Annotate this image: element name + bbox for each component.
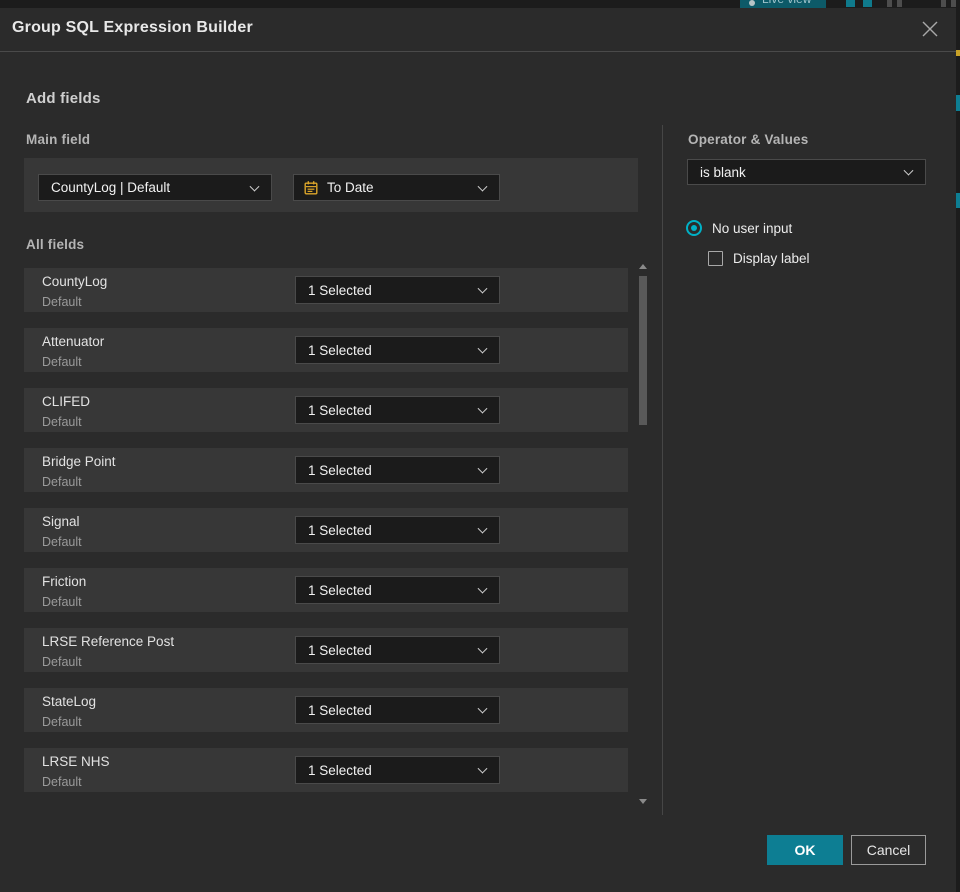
field-selected-dropdown[interactable]: 1 Selected bbox=[295, 576, 500, 604]
field-name: CountyLog bbox=[42, 274, 108, 289]
chevron-down-icon bbox=[477, 703, 488, 714]
cancel-button[interactable]: Cancel bbox=[851, 835, 926, 865]
field-selected-value: 1 Selected bbox=[308, 282, 372, 298]
field-subtitle: Default bbox=[42, 655, 82, 669]
live-view-button: Live view bbox=[740, 0, 826, 8]
no-user-input-label: No user input bbox=[712, 221, 793, 236]
field-selected-dropdown[interactable]: 1 Selected bbox=[295, 636, 500, 664]
chevron-down-icon bbox=[477, 643, 488, 654]
scrollbar[interactable] bbox=[639, 258, 647, 810]
field-subtitle: Default bbox=[42, 775, 82, 789]
field-row: LRSE NHS Default 1 Selected bbox=[24, 748, 628, 792]
chevron-down-icon bbox=[903, 165, 914, 176]
toolbar-fragment bbox=[863, 0, 872, 7]
add-fields-heading: Add fields bbox=[26, 90, 101, 107]
operator-dropdown-value: is blank bbox=[700, 164, 746, 180]
field-selected-value: 1 Selected bbox=[308, 402, 372, 418]
toolbar-fragment bbox=[897, 0, 902, 7]
field-name: StateLog bbox=[42, 694, 97, 709]
field-selected-dropdown[interactable]: 1 Selected bbox=[295, 516, 500, 544]
field-subtitle: Default bbox=[42, 715, 82, 729]
dialog-title: Group SQL Expression Builder bbox=[12, 19, 253, 36]
field-name: Signal bbox=[42, 514, 80, 529]
field-selected-value: 1 Selected bbox=[308, 642, 372, 658]
close-icon[interactable] bbox=[919, 18, 941, 40]
field-name: Attenuator bbox=[42, 334, 105, 349]
field-subtitle: Default bbox=[42, 535, 82, 549]
field-subtitle: Default bbox=[42, 595, 82, 609]
field-name: Friction bbox=[42, 574, 87, 589]
no-user-input-radio[interactable] bbox=[686, 220, 702, 236]
scrollbar-thumb[interactable] bbox=[639, 276, 647, 425]
chevron-down-icon bbox=[477, 403, 488, 414]
field-name: LRSE Reference Post bbox=[42, 634, 175, 649]
chevron-down-icon bbox=[249, 181, 260, 192]
background-edge-fragment bbox=[956, 50, 960, 56]
field-selected-dropdown[interactable]: 1 Selected bbox=[295, 396, 500, 424]
toolbar-fragment bbox=[846, 0, 855, 7]
panel-divider bbox=[662, 125, 663, 815]
field-selected-dropdown[interactable]: 1 Selected bbox=[295, 756, 500, 784]
main-attribute-dropdown[interactable]: To Date bbox=[293, 174, 500, 201]
background-edge-fragment bbox=[956, 95, 960, 111]
live-view-dot-icon bbox=[749, 0, 755, 6]
main-attribute-dropdown-value: To Date bbox=[327, 180, 374, 195]
field-selected-dropdown[interactable]: 1 Selected bbox=[295, 456, 500, 484]
field-row: LRSE Reference Post Default 1 Selected bbox=[24, 628, 628, 672]
chevron-down-icon bbox=[477, 181, 488, 192]
field-selected-value: 1 Selected bbox=[308, 462, 372, 478]
operator-values-label: Operator & Values bbox=[688, 132, 809, 147]
field-subtitle: Default bbox=[42, 475, 82, 489]
field-row: Attenuator Default 1 Selected bbox=[24, 328, 628, 372]
chevron-down-icon bbox=[477, 523, 488, 534]
display-label-text: Display label bbox=[733, 251, 810, 266]
field-subtitle: Default bbox=[42, 415, 82, 429]
chevron-down-icon bbox=[477, 343, 488, 354]
dialog-titlebar: Group SQL Expression Builder bbox=[0, 8, 956, 52]
toolbar-fragment bbox=[887, 0, 892, 7]
display-label-checkbox[interactable] bbox=[708, 251, 723, 266]
all-fields-label: All fields bbox=[26, 237, 85, 252]
field-name: CLIFED bbox=[42, 394, 91, 409]
field-selected-dropdown[interactable]: 1 Selected bbox=[295, 276, 500, 304]
field-row: Bridge Point Default 1 Selected bbox=[24, 448, 628, 492]
calendar-icon bbox=[304, 180, 318, 195]
field-row: Friction Default 1 Selected bbox=[24, 568, 628, 612]
chevron-down-icon bbox=[477, 583, 488, 594]
background-edge-fragment bbox=[956, 193, 960, 208]
group-sql-expression-builder-dialog: Group SQL Expression Builder Add fields … bbox=[0, 8, 956, 892]
field-selected-value: 1 Selected bbox=[308, 582, 372, 598]
toolbar-fragment bbox=[941, 0, 946, 7]
field-selected-value: 1 Selected bbox=[308, 522, 372, 538]
chevron-down-icon bbox=[477, 283, 488, 294]
operator-dropdown[interactable]: is blank bbox=[687, 159, 926, 185]
main-field-dropdown-value: CountyLog | Default bbox=[51, 180, 171, 195]
field-selected-dropdown[interactable]: 1 Selected bbox=[295, 336, 500, 364]
field-selected-dropdown[interactable]: 1 Selected bbox=[295, 696, 500, 724]
field-subtitle: Default bbox=[42, 295, 82, 309]
field-selected-value: 1 Selected bbox=[308, 342, 372, 358]
field-selected-value: 1 Selected bbox=[308, 702, 372, 718]
field-row: CountyLog Default 1 Selected bbox=[24, 268, 628, 312]
live-view-label: Live view bbox=[762, 0, 811, 6]
main-field-panel: CountyLog | Default To Date bbox=[24, 158, 638, 212]
toolbar-fragment bbox=[951, 0, 956, 7]
field-name: LRSE NHS bbox=[42, 754, 110, 769]
field-row: Signal Default 1 Selected bbox=[24, 508, 628, 552]
main-field-dropdown[interactable]: CountyLog | Default bbox=[38, 174, 272, 201]
field-subtitle: Default bbox=[42, 355, 82, 369]
scrollbar-up-icon[interactable] bbox=[639, 264, 647, 269]
field-name: Bridge Point bbox=[42, 454, 116, 469]
chevron-down-icon bbox=[477, 763, 488, 774]
ok-button[interactable]: OK bbox=[767, 835, 843, 865]
field-row: StateLog Default 1 Selected bbox=[24, 688, 628, 732]
scrollbar-down-icon[interactable] bbox=[639, 799, 647, 804]
field-row: CLIFED Default 1 Selected bbox=[24, 388, 628, 432]
main-field-label: Main field bbox=[26, 132, 91, 147]
chevron-down-icon bbox=[477, 463, 488, 474]
field-selected-value: 1 Selected bbox=[308, 762, 372, 778]
